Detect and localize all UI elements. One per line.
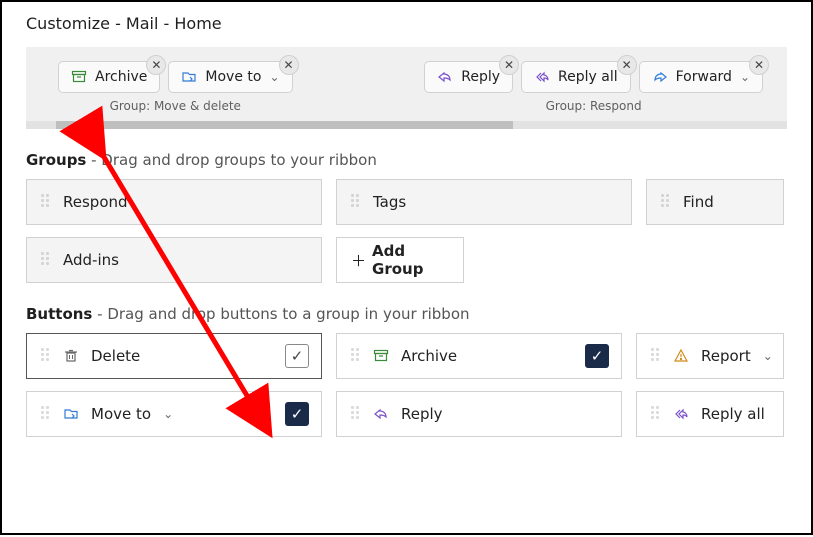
- ribbon-btn-archive[interactable]: Archive: [58, 61, 160, 93]
- scrollbar-thumb[interactable]: [56, 121, 513, 129]
- close-icon[interactable]: ✕: [749, 55, 769, 75]
- button-tile-report[interactable]: Report ⌄: [636, 333, 784, 379]
- button-tile-delete[interactable]: Delete ✓: [26, 333, 322, 379]
- replyall-icon: [534, 69, 550, 85]
- ribbon-btn-move-to[interactable]: Move to ⌄: [168, 61, 292, 93]
- reply-icon: [437, 69, 453, 85]
- grip-icon: [41, 194, 51, 210]
- archive-icon: [373, 348, 389, 364]
- ribbon-btn-label: Move to: [205, 69, 261, 85]
- button-tile-reply[interactable]: Reply: [336, 391, 622, 437]
- chevron-down-icon: ⌄: [740, 70, 750, 84]
- button-tile-move-to[interactable]: Move to ⌄ ✓: [26, 391, 322, 437]
- grip-icon: [41, 252, 51, 268]
- close-icon[interactable]: ✕: [617, 55, 637, 75]
- check-on-icon[interactable]: ✓: [585, 344, 609, 368]
- ribbon-group-caption: Group: Respond: [546, 99, 642, 113]
- group-tile-label: Respond: [63, 193, 128, 211]
- ribbon-group-respond: Reply ✕ Reply all ✕ Forward ⌄ ✕ Gro: [424, 61, 763, 113]
- group-tile-label: Tags: [373, 193, 406, 211]
- delete-icon: [63, 348, 79, 364]
- move-icon: [63, 406, 79, 422]
- chevron-down-icon: ⌄: [269, 70, 279, 84]
- ribbon-btn-label: Reply all: [558, 69, 618, 85]
- groups-section-header: Groups - Drag and drop groups to your ri…: [26, 151, 787, 169]
- ribbon-group-move-delete: Archive ✕ Move to ⌄ ✕ Group: Move & dele…: [58, 61, 293, 113]
- group-tile-label: Add-ins: [63, 251, 119, 269]
- close-icon[interactable]: ✕: [499, 55, 519, 75]
- ribbon-scrollbar[interactable]: [26, 121, 787, 129]
- buttons-section-subtitle: - Drag and drop buttons to a group in yo…: [92, 305, 469, 323]
- buttons-section-title: Buttons: [26, 305, 92, 323]
- button-tile-label: Move to: [91, 405, 151, 423]
- report-icon: [673, 348, 689, 364]
- grip-icon: [41, 348, 51, 364]
- chevron-down-icon: ⌄: [163, 407, 173, 421]
- button-tile-label: Delete: [91, 347, 140, 365]
- ribbon-btn-forward[interactable]: Forward ⌄: [639, 61, 763, 93]
- grip-icon: [661, 194, 671, 210]
- buttons-section-header: Buttons - Drag and drop buttons to a gro…: [26, 305, 787, 323]
- ribbon-btn-reply-all[interactable]: Reply all: [521, 61, 631, 93]
- group-tile-respond[interactable]: Respond: [26, 179, 322, 225]
- replyall-icon: [673, 406, 689, 422]
- grip-icon: [41, 406, 51, 422]
- archive-icon: [71, 69, 87, 85]
- ribbon-btn-label: Archive: [95, 69, 147, 85]
- page-title: Customize - Mail - Home: [2, 2, 811, 47]
- grip-icon: [351, 194, 361, 210]
- button-tile-label: Reply all: [701, 405, 765, 423]
- button-tile-label: Report: [701, 347, 751, 365]
- check-off-icon[interactable]: ✓: [285, 344, 309, 368]
- plus-icon: ＋: [351, 250, 366, 271]
- group-tile-find[interactable]: Find: [646, 179, 784, 225]
- ribbon-btn-label: Reply: [461, 69, 500, 85]
- groups-section-subtitle: - Drag and drop groups to your ribbon: [86, 151, 377, 169]
- button-tile-archive[interactable]: Archive ✓: [336, 333, 622, 379]
- group-tile-tags[interactable]: Tags: [336, 179, 632, 225]
- reply-icon: [373, 406, 389, 422]
- ribbon-preview: Archive ✕ Move to ⌄ ✕ Group: Move & dele…: [26, 47, 787, 121]
- ribbon-btn-label: Forward: [676, 69, 732, 85]
- close-icon[interactable]: ✕: [279, 55, 299, 75]
- group-tile-label: Find: [683, 193, 714, 211]
- group-tile-addins[interactable]: Add-ins: [26, 237, 322, 283]
- forward-icon: [652, 69, 668, 85]
- move-icon: [181, 69, 197, 85]
- button-tile-label: Reply: [401, 405, 443, 423]
- chevron-down-icon: ⌄: [763, 349, 773, 363]
- add-group-button[interactable]: ＋ Add Group: [336, 237, 464, 283]
- grip-icon: [651, 406, 661, 422]
- groups-section-title: Groups: [26, 151, 86, 169]
- close-icon[interactable]: ✕: [146, 55, 166, 75]
- grip-icon: [351, 348, 361, 364]
- grip-icon: [651, 348, 661, 364]
- button-tile-label: Archive: [401, 347, 457, 365]
- grip-icon: [351, 406, 361, 422]
- add-group-label: Add Group: [372, 242, 449, 278]
- check-on-icon[interactable]: ✓: [285, 402, 309, 426]
- button-tile-reply-all[interactable]: Reply all: [636, 391, 784, 437]
- ribbon-group-caption: Group: Move & delete: [110, 99, 241, 113]
